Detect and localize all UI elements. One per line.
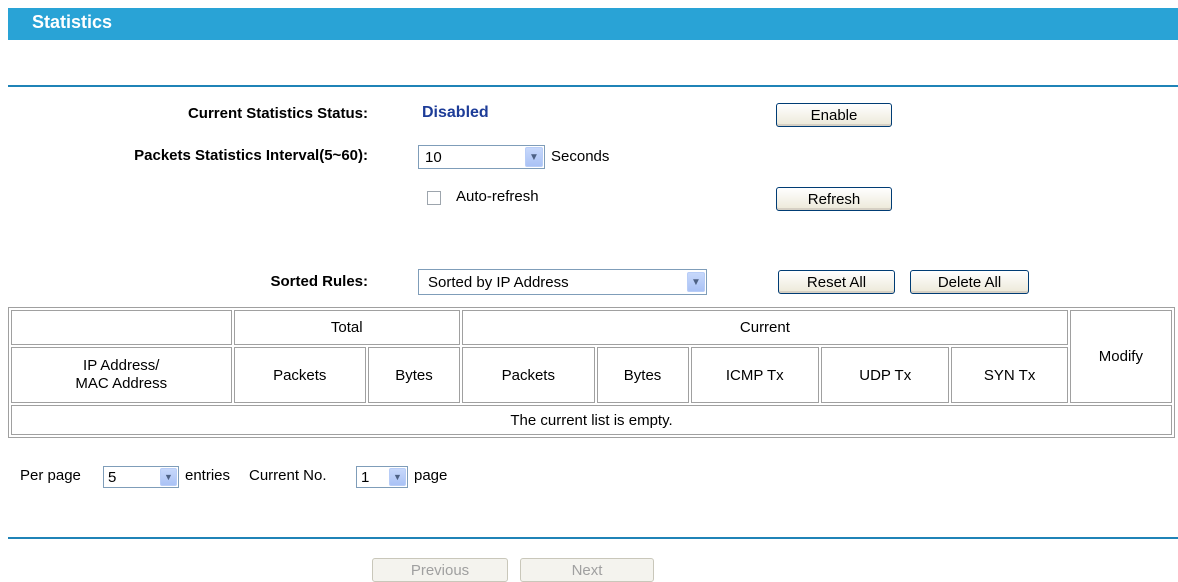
interval-unit: Seconds bbox=[551, 148, 610, 165]
column-total-packets: Packets bbox=[233, 347, 366, 403]
chevron-down-icon[interactable]: ▼ bbox=[525, 147, 543, 167]
page-title-bar: Statistics bbox=[8, 8, 1178, 40]
current-page-value: 1 bbox=[361, 468, 370, 486]
next-button[interactable]: Next bbox=[520, 558, 654, 582]
column-udp-tx: UDP Tx bbox=[821, 347, 950, 403]
column-current-bytes: Bytes bbox=[596, 347, 689, 403]
enable-button[interactable]: Enable bbox=[776, 103, 892, 127]
previous-button[interactable]: Previous bbox=[372, 558, 508, 582]
current-no-label: Current No. bbox=[249, 467, 327, 484]
sorted-rules-select[interactable]: Sorted by IP Address ▼ bbox=[418, 269, 707, 295]
chevron-down-icon[interactable]: ▼ bbox=[687, 272, 705, 292]
reset-all-button[interactable]: Reset All bbox=[778, 270, 895, 294]
table-header-current: Current bbox=[462, 310, 1068, 345]
chevron-down-icon[interactable]: ▼ bbox=[160, 468, 177, 486]
column-total-bytes: Bytes bbox=[368, 347, 461, 403]
interval-label: Packets Statistics Interval(5~60): bbox=[134, 147, 368, 164]
column-current-packets: Packets bbox=[462, 347, 595, 403]
page-label: page bbox=[414, 467, 448, 484]
table-header-modify: Modify bbox=[1069, 310, 1172, 403]
sorted-rules-label: Sorted Rules: bbox=[270, 273, 368, 290]
column-icmp-tx: ICMP Tx bbox=[690, 347, 820, 403]
delete-all-button[interactable]: Delete All bbox=[910, 270, 1029, 294]
auto-refresh-label: Auto-refresh bbox=[456, 188, 539, 205]
column-syn-tx: SYN Tx bbox=[951, 347, 1068, 403]
entries-label: entries bbox=[185, 467, 231, 484]
statistics-table: Total Current Modify IP Address/ MAC Add… bbox=[8, 307, 1175, 438]
interval-select-value: 10 bbox=[425, 148, 442, 166]
per-page-select[interactable]: 5 ▼ bbox=[103, 466, 179, 488]
table-header-blank bbox=[11, 310, 232, 345]
chevron-down-icon[interactable]: ▼ bbox=[389, 468, 406, 486]
top-divider bbox=[8, 85, 1178, 87]
table-header-total: Total bbox=[233, 310, 461, 345]
empty-list-message: The current list is empty. bbox=[11, 405, 1172, 435]
status-label: Current Statistics Status: bbox=[187, 105, 368, 122]
auto-refresh-checkbox[interactable] bbox=[427, 191, 441, 205]
bottom-divider bbox=[8, 537, 1178, 539]
page-title: Statistics bbox=[32, 12, 113, 32]
per-page-value: 5 bbox=[108, 468, 117, 486]
refresh-button[interactable]: Refresh bbox=[776, 187, 892, 211]
current-page-select[interactable]: 1 ▼ bbox=[356, 466, 408, 488]
sorted-rules-select-value: Sorted by IP Address bbox=[428, 273, 569, 291]
interval-select[interactable]: 10 ▼ bbox=[418, 145, 545, 169]
status-value: Disabled bbox=[422, 104, 489, 121]
column-address: IP Address/ MAC Address bbox=[11, 347, 232, 403]
per-page-label: Per page bbox=[20, 467, 81, 484]
